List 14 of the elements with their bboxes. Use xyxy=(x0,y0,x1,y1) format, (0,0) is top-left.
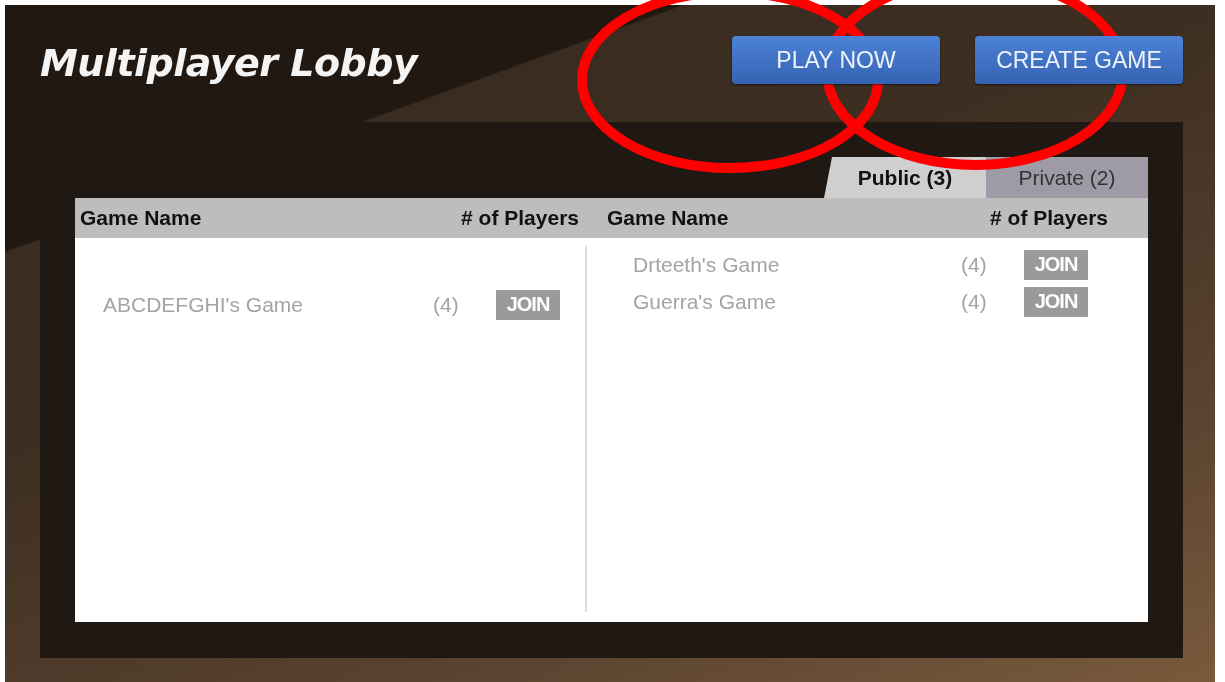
player-count: (4) xyxy=(961,252,988,277)
action-button[interactable]: CREATE GAME xyxy=(975,36,1183,84)
action-button[interactable]: PLAY NOW xyxy=(732,36,940,84)
column-header: Game Name xyxy=(607,206,729,230)
column-header: # of Players xyxy=(461,206,579,230)
game-name: Guerra's Game xyxy=(632,289,777,314)
column-header: # of Players xyxy=(990,206,1108,230)
game-name: ABCDEFGHI's Game xyxy=(102,292,305,317)
lobby-title: Multiplayer Lobby xyxy=(40,41,418,85)
column-header: Game Name xyxy=(80,206,202,230)
tab[interactable]: Private (2) xyxy=(986,157,1148,198)
game-name: Drteeth's Game xyxy=(632,252,781,277)
player-count: (4) xyxy=(961,289,988,314)
player-count: (4) xyxy=(433,292,460,317)
